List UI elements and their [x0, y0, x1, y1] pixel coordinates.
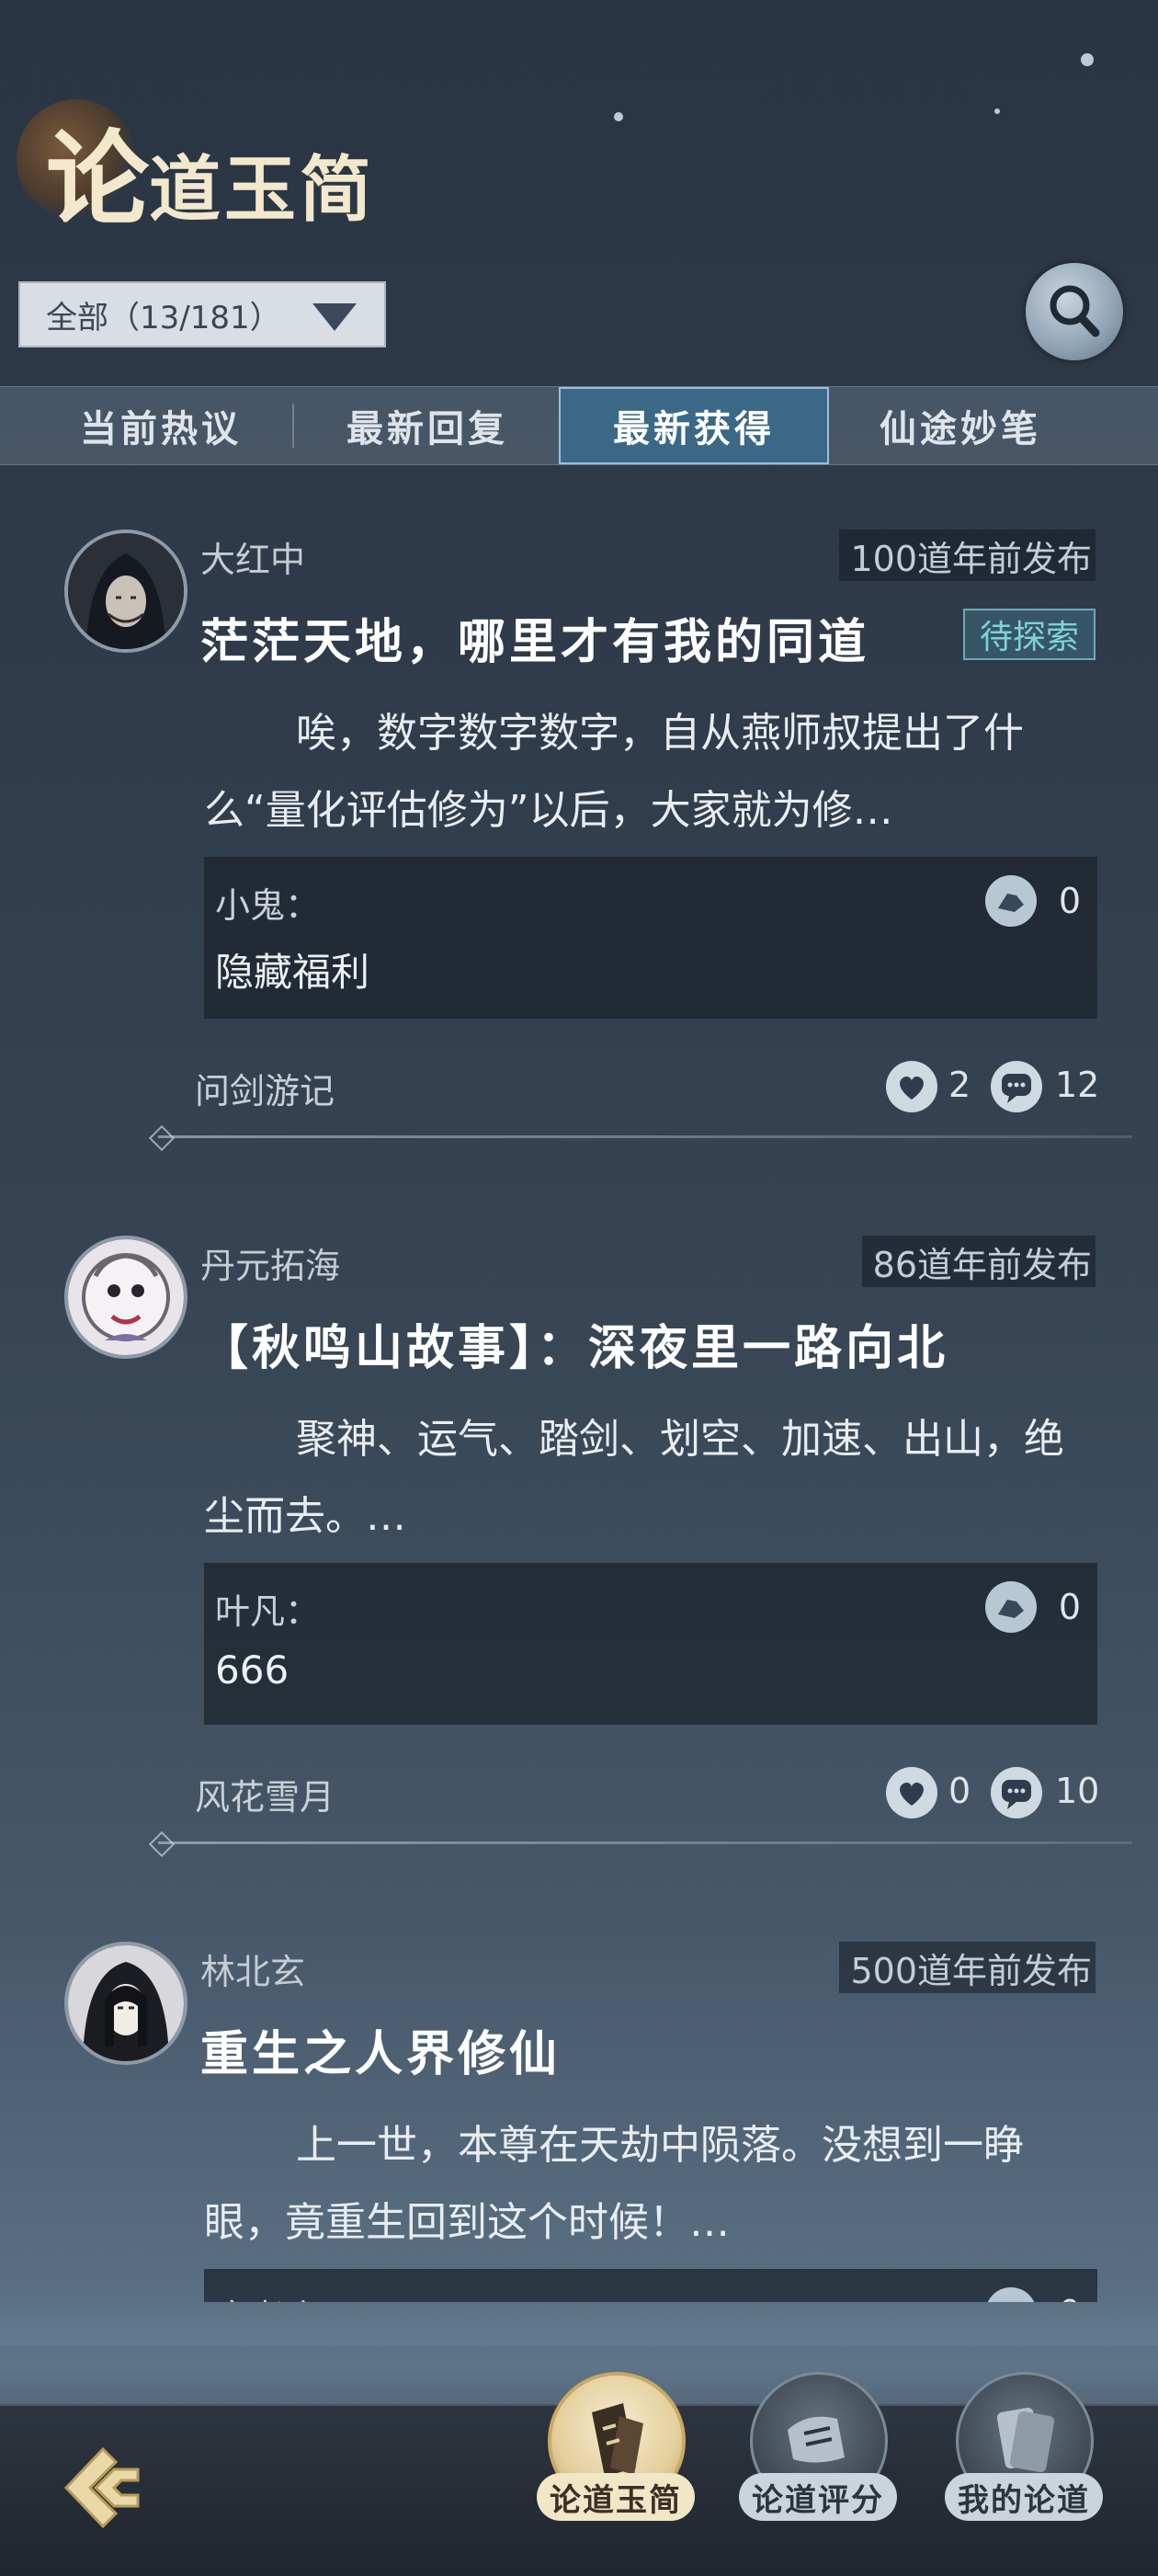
post-title[interactable]: 茫茫天地，哪里才有我的同道: [200, 603, 869, 672]
tab-hot[interactable]: 当前热议: [37, 387, 285, 464]
post-excerpt: 唉，数字数字数字，自从燕师叔提出了什么“量化评估修为”以后，大家就为修…: [204, 695, 1086, 849]
tab-label: 最新回复: [346, 407, 508, 450]
post-title[interactable]: 【秋鸣山故事】：深夜里一路向北: [200, 1309, 948, 1378]
post-category[interactable]: 风花雪月: [195, 1769, 335, 1819]
star-decoration: [614, 112, 623, 121]
hooded-figure-avatar-icon: [68, 533, 184, 649]
search-button[interactable]: [1026, 263, 1123, 360]
comment-like-count: 0: [1058, 1587, 1081, 1627]
post-excerpt-text: 聚神、运气、踏剑、划空、加速、出山，绝尘而去。…: [204, 1416, 1064, 1540]
post-excerpt-text: 上一世，本尊在天劫中陨落。没想到一睁眼，竟重生回到这个时候！…: [204, 2122, 1024, 2246]
filter-dropdown-label: 全部（13/181）: [46, 299, 281, 336]
top-comment[interactable]: 字老库 0: [204, 2269, 1097, 2302]
star-decoration: [994, 108, 1000, 114]
comment-like-count: 0: [1058, 881, 1081, 921]
tab-latest-acquired[interactable]: 最新获得: [559, 387, 829, 464]
post-time: 86道年前发布: [861, 1236, 1096, 1287]
chat-bubble-icon[interactable]: [991, 1061, 1042, 1112]
hooded-figure-avatar-icon: [68, 1945, 184, 2061]
post-excerpt: 上一世，本尊在天劫中陨落。没想到一睁眼，竟重生回到这个时候！…: [204, 2107, 1086, 2262]
avatar[interactable]: [64, 1942, 187, 2065]
post-author[interactable]: 大红中: [200, 531, 305, 582]
comment-count: 10: [1055, 1771, 1100, 1811]
status-badge: 待探索: [962, 609, 1096, 660]
star-decoration: [1081, 53, 1094, 66]
divider-gem-decoration: [148, 1124, 176, 1152]
chat-bubble-icon[interactable]: [991, 1767, 1042, 1818]
tab-label: 仙途妙笔: [880, 407, 1041, 450]
post-time: 500道年前发布: [839, 1942, 1096, 1993]
tab-label: 最新获得: [613, 407, 775, 450]
page-title-rest: 道玉简: [149, 148, 376, 232]
top-comment[interactable]: 叶凡： 666 0: [204, 1563, 1097, 1725]
chevron-down-icon: [312, 303, 357, 331]
post-category[interactable]: 问剑游记: [195, 1063, 335, 1113]
comment-text: 666: [215, 1647, 290, 1693]
post-time: 100道年前发布: [839, 530, 1096, 581]
comment-user: 叶凡：: [215, 1591, 321, 1632]
post-title[interactable]: 重生之人界修仙: [200, 2015, 561, 2084]
tab-label: 当前热议: [80, 407, 242, 450]
nav-label-my-discussions[interactable]: 我的论道: [945, 2473, 1103, 2521]
like-count: 2: [948, 1065, 971, 1105]
post-author[interactable]: 丹元拓海: [200, 1237, 340, 1288]
page-title-first-char: 论: [46, 120, 149, 240]
thumb-icon[interactable]: [985, 875, 1037, 927]
post-excerpt-text: 唉，数字数字数字，自从燕师叔提出了什么“量化评估修为”以后，大家就为修…: [204, 710, 1024, 834]
thumb-icon[interactable]: [985, 1581, 1037, 1633]
heart-icon[interactable]: [886, 1061, 937, 1112]
search-icon: [1050, 285, 1100, 337]
filter-dropdown[interactable]: 全部（13/181）: [18, 281, 386, 348]
tab-bar: 当前热议 最新回复 最新获得 仙途妙笔: [0, 386, 1158, 465]
heart-icon[interactable]: [886, 1767, 937, 1818]
avatar[interactable]: [64, 530, 187, 653]
lion-mask-avatar-icon: [68, 1239, 184, 1355]
post-divider: [158, 1135, 1132, 1138]
tab-separator: [292, 404, 294, 448]
comment-text: 隐藏福利: [215, 950, 370, 995]
post-divider: [158, 1841, 1132, 1844]
tab-brush[interactable]: 仙途妙笔: [836, 387, 1084, 464]
post-excerpt: 聚神、运气、踏剑、划空、加速、出山，绝尘而去。…: [204, 1401, 1086, 1556]
nav-label-jade-slips[interactable]: 论道玉简: [537, 2473, 695, 2521]
top-comment[interactable]: 小鬼： 隐藏福利 0: [204, 857, 1097, 1019]
comment-count: 12: [1055, 1065, 1100, 1105]
post-card[interactable]: 大红中 100道年前发布 茫茫天地，哪里才有我的同道 待探索 唉，数字数字数字，…: [0, 530, 1158, 1155]
post-author[interactable]: 林北玄: [200, 1943, 305, 1994]
back-arrow-icon: [63, 2446, 140, 2529]
back-button[interactable]: [48, 2433, 158, 2543]
comment-user: 小鬼：: [215, 885, 321, 926]
nav-label-rating[interactable]: 论道评分: [739, 2473, 897, 2521]
list-fade-overlay: [0, 2300, 1158, 2346]
post-card[interactable]: 丹元拓海 86道年前发布 【秋鸣山故事】：深夜里一路向北 聚神、运气、踏剑、划空…: [0, 1236, 1158, 1861]
like-count: 0: [948, 1771, 971, 1811]
avatar[interactable]: [64, 1236, 187, 1359]
divider-gem-decoration: [148, 1830, 176, 1858]
post-card[interactable]: 林北玄 500道年前发布 重生之人界修仙 上一世，本尊在天劫中陨落。没想到一睁眼…: [0, 1942, 1158, 2302]
tab-latest-reply[interactable]: 最新回复: [303, 387, 551, 464]
